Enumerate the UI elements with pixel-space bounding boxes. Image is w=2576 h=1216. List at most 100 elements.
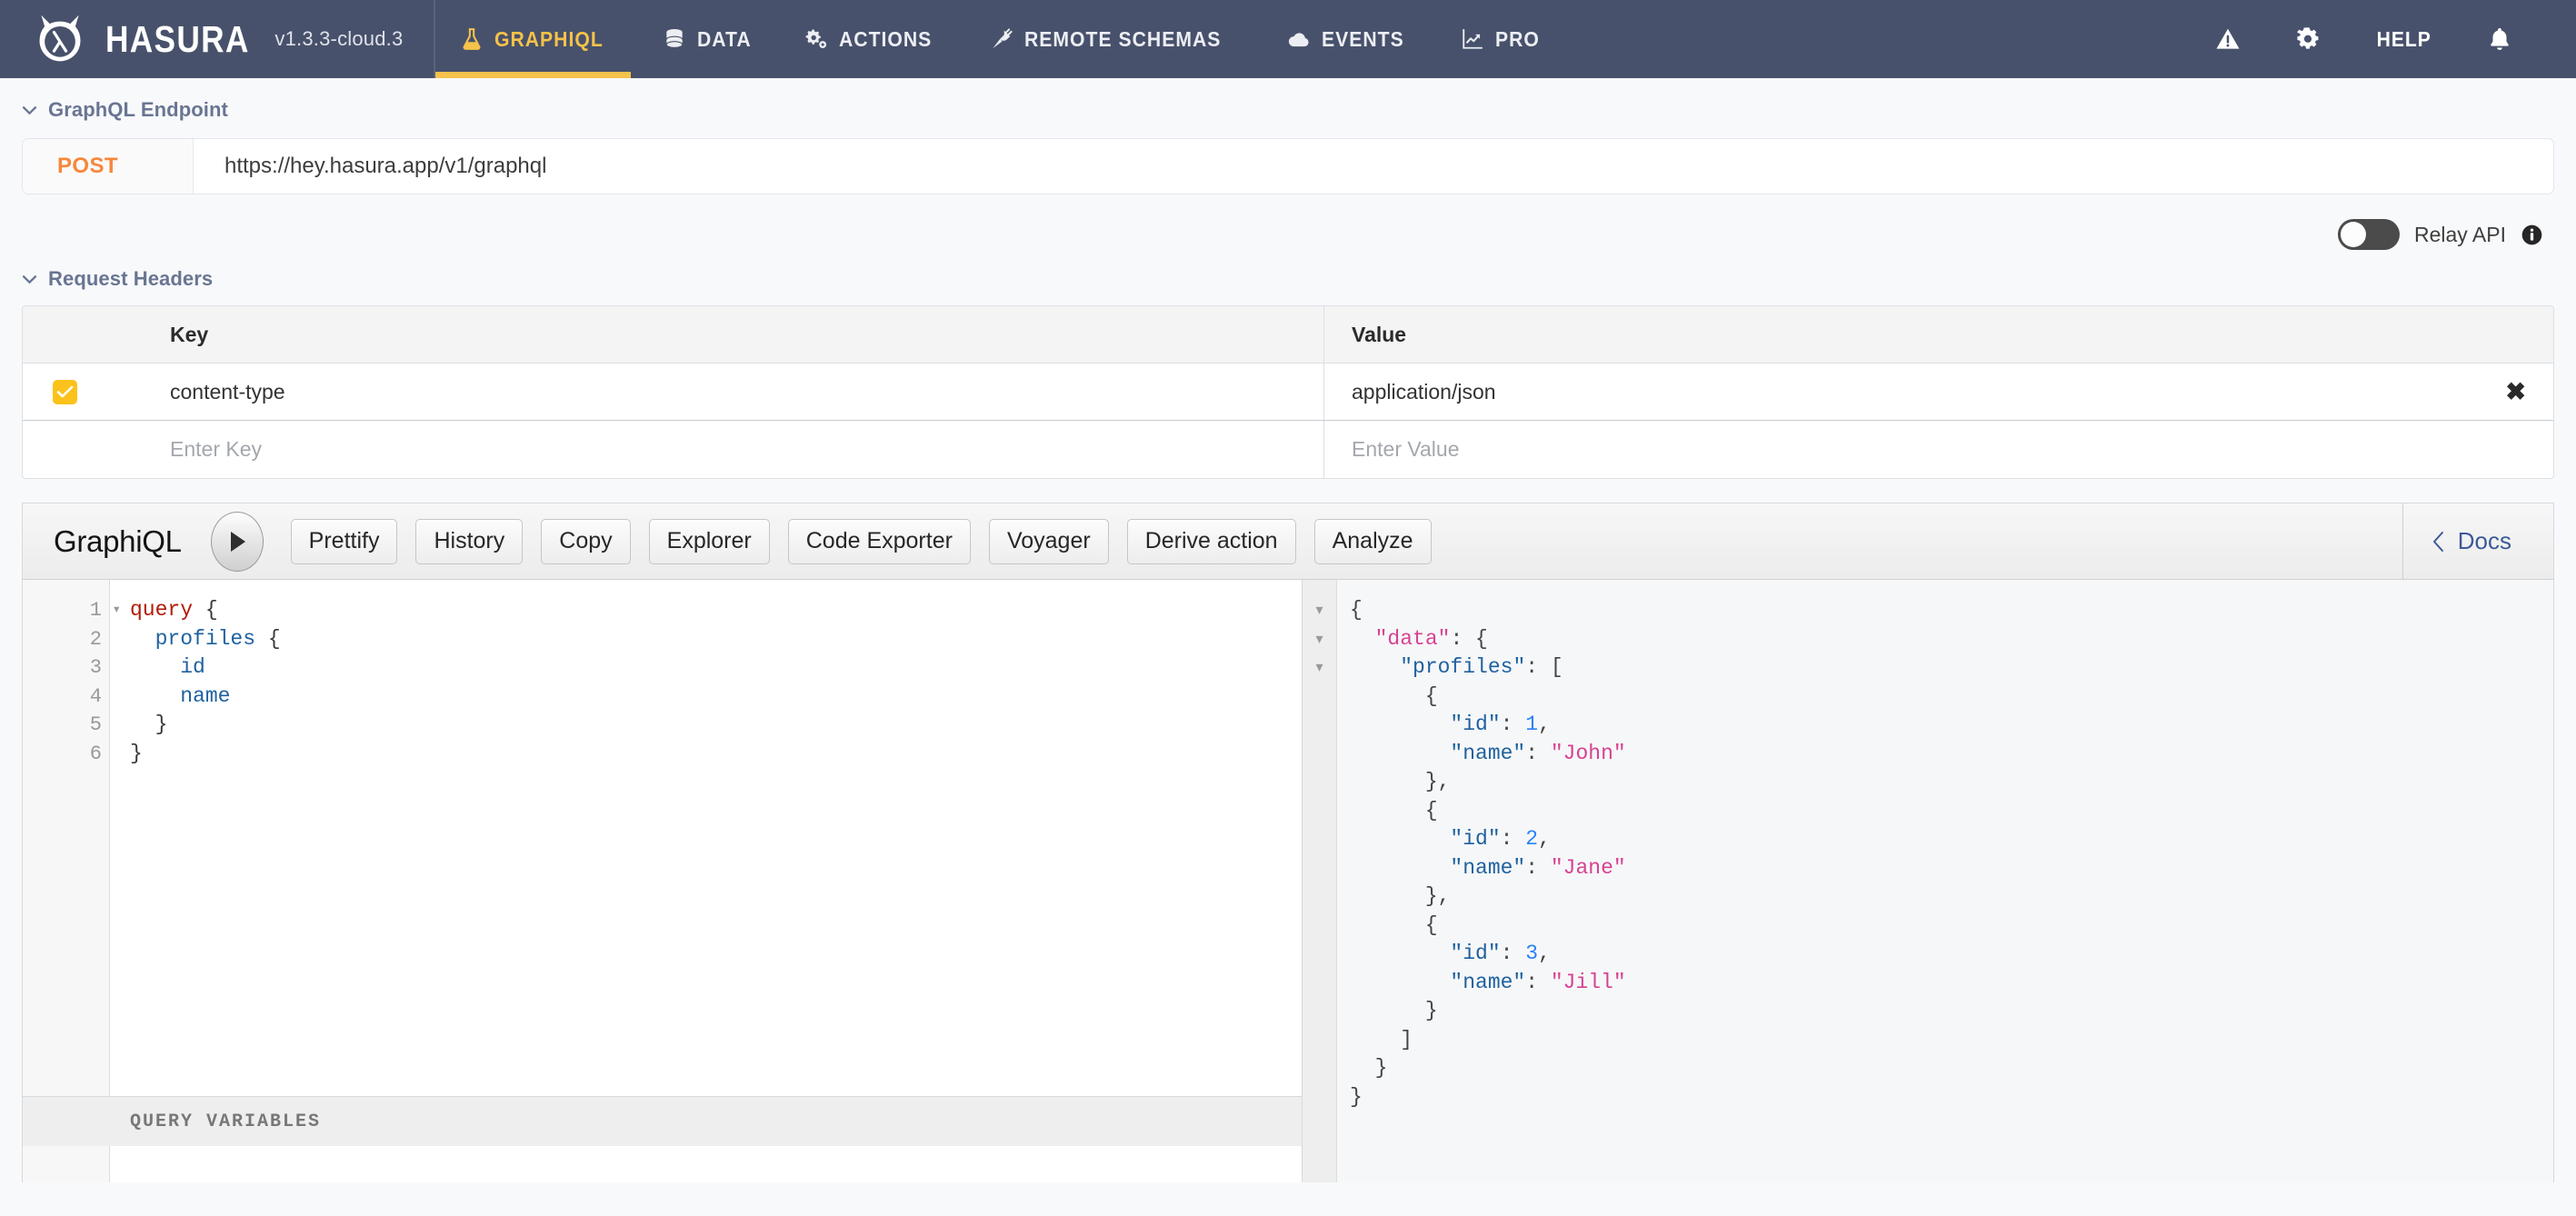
line-number: 6 — [89, 742, 102, 765]
code-token: { — [1350, 912, 1438, 937]
code-token: "Jill" — [1550, 970, 1626, 994]
prettify-button[interactable]: Prettify — [290, 518, 398, 564]
query-variables-toggle[interactable]: QUERY VARIABLES — [23, 1096, 1302, 1146]
code-line: profiles { — [130, 625, 1302, 654]
relay-api-label: Relay API — [2414, 222, 2506, 246]
line-number: 1 ▾ — [23, 596, 121, 625]
nav-item-data[interactable]: DATA — [638, 0, 781, 78]
query-editor-code[interactable]: query { profiles { id name }} — [110, 580, 1302, 1096]
new-header-value-input[interactable]: Enter Value — [1324, 421, 2553, 478]
response-column: ▾ ▾ ▾ { "data": { "profiles": [ { "id": 1,… — [1303, 580, 2553, 1182]
new-header-key-input[interactable]: Enter Key — [106, 421, 1324, 478]
code-line: name — [130, 683, 1302, 712]
code-token: : { — [1450, 626, 1488, 651]
nav-item-pro[interactable]: PRO — [1436, 0, 1568, 78]
relay-api-row: Relay API — [0, 194, 2576, 254]
gears-icon — [806, 29, 827, 48]
code-token: , — [1538, 713, 1551, 736]
query-variables-editor[interactable] — [23, 1146, 1302, 1182]
query-editor-column: 1 ▾ 2 3 4 5 6 query { profiles { id name }} QU… — [23, 580, 1303, 1182]
request-headers-header[interactable]: Request Headers — [0, 267, 2576, 291]
fold-arrow-icon[interactable]: ▾ — [1303, 653, 1336, 683]
code-token: } — [1350, 999, 1438, 1022]
graphiql-panel: GraphiQL Prettify History Copy Explorer … — [22, 503, 2554, 1182]
docs-toggle-button[interactable]: Docs — [2401, 503, 2553, 579]
graphql-endpoint-header[interactable]: GraphQL Endpoint — [0, 98, 2576, 122]
header-key-input[interactable]: content-type — [106, 364, 1324, 420]
info-icon[interactable] — [2521, 224, 2543, 246]
relay-api-toggle[interactable] — [2338, 219, 2400, 250]
response-viewer: { "data": { "profiles": [ { "id": 1, "na… — [1337, 580, 2553, 1182]
table-row: content-type application/json ✖ — [23, 364, 2553, 421]
brand-logo[interactable]: HASURA v1.3.3-cloud.3 — [0, 0, 434, 78]
endpoint-bar: POST https://hey.hasura.app/v1/graphql — [22, 138, 2554, 194]
fold-arrow-icon[interactable]: ▾ — [112, 596, 121, 625]
line-number: 3 — [89, 656, 102, 679]
nav-right-actions: HELP — [2188, 0, 2576, 78]
code-line: query { — [130, 596, 1302, 625]
response-line: "name": "Jill" — [1350, 969, 2553, 998]
voyager-button[interactable]: Voyager — [988, 518, 1109, 564]
analyze-button[interactable]: Analyze — [1313, 518, 1432, 564]
database-icon — [665, 29, 683, 48]
code-token: { — [193, 598, 218, 622]
code-token: "data" — [1374, 626, 1451, 651]
graphiql-body: 1 ▾ 2 3 4 5 6 query { profiles { id name }} QU… — [23, 580, 2553, 1182]
code-token: : — [1525, 970, 1551, 994]
query-variables-label: QUERY VARIABLES — [130, 1111, 322, 1132]
brand-name: HASURA — [105, 17, 250, 60]
execute-query-button[interactable] — [210, 511, 264, 572]
code-token: : [ — [1525, 655, 1563, 679]
history-button[interactable]: History — [415, 518, 524, 564]
code-token: ] — [1350, 1027, 1413, 1052]
cloud-icon — [1288, 33, 1309, 47]
copy-button[interactable]: Copy — [541, 518, 631, 564]
chevron-left-icon — [2432, 531, 2443, 552]
graphiql-title: GraphiQL — [54, 523, 182, 558]
nav-item-graphiql[interactable]: GRAPHIQL — [435, 0, 637, 78]
nav-item-label: ACTIONS — [839, 26, 933, 51]
header-enabled-checkbox[interactable] — [52, 379, 77, 404]
line-number: 5 — [89, 713, 102, 736]
code-token: "name" — [1450, 741, 1526, 765]
code-token: "id" — [1450, 942, 1501, 965]
endpoint-url-input[interactable]: https://hey.hasura.app/v1/graphql — [194, 139, 2553, 194]
column-header-value: Value — [1352, 322, 1407, 346]
line-number: 2 — [89, 627, 102, 651]
nav-item-remote-schemas[interactable]: REMOTE SCHEMAS — [965, 0, 1263, 78]
code-token: : — [1525, 741, 1551, 765]
fold-arrow-icon[interactable]: ▾ — [1303, 596, 1336, 625]
code-token: profiles — [155, 626, 256, 651]
line-number: 4 — [89, 684, 102, 708]
header-checkbox-cell — [23, 306, 106, 363]
code-exporter-button[interactable]: Code Exporter — [787, 518, 971, 564]
hasura-logo-icon — [39, 15, 81, 62]
nav-item-events[interactable]: EVENTS — [1263, 0, 1436, 78]
query-editor[interactable]: 1 ▾ 2 3 4 5 6 query { profiles { id name }} — [23, 580, 1302, 1096]
notifications-button[interactable] — [2460, 0, 2540, 78]
fold-arrow-icon[interactable]: ▾ — [1303, 625, 1336, 654]
bell-icon — [2491, 28, 2509, 50]
code-token: }, — [1350, 770, 1451, 793]
code-token: "name" — [1450, 970, 1526, 994]
help-button[interactable]: HELP — [2348, 0, 2460, 78]
response-line: "id": 1, — [1350, 711, 2553, 740]
explorer-button[interactable]: Explorer — [648, 518, 770, 564]
header-value-input[interactable]: application/json — [1352, 380, 2505, 404]
code-token: { — [1350, 683, 1438, 708]
warning-button[interactable] — [2188, 0, 2268, 78]
nav-item-actions[interactable]: ACTIONS — [780, 0, 964, 78]
remove-header-button[interactable]: ✖ — [2505, 379, 2526, 404]
header-value-cell: application/json ✖ — [1324, 364, 2553, 420]
derive-action-button[interactable]: Derive action — [1126, 518, 1296, 564]
code-token: { — [1350, 798, 1438, 822]
nav-item-label: GRAPHIQL — [494, 26, 604, 51]
settings-button[interactable] — [2268, 0, 2348, 78]
graphiql-toolbar: GraphiQL Prettify History Copy Explorer … — [23, 503, 2553, 580]
code-token: } — [1350, 1084, 1363, 1109]
